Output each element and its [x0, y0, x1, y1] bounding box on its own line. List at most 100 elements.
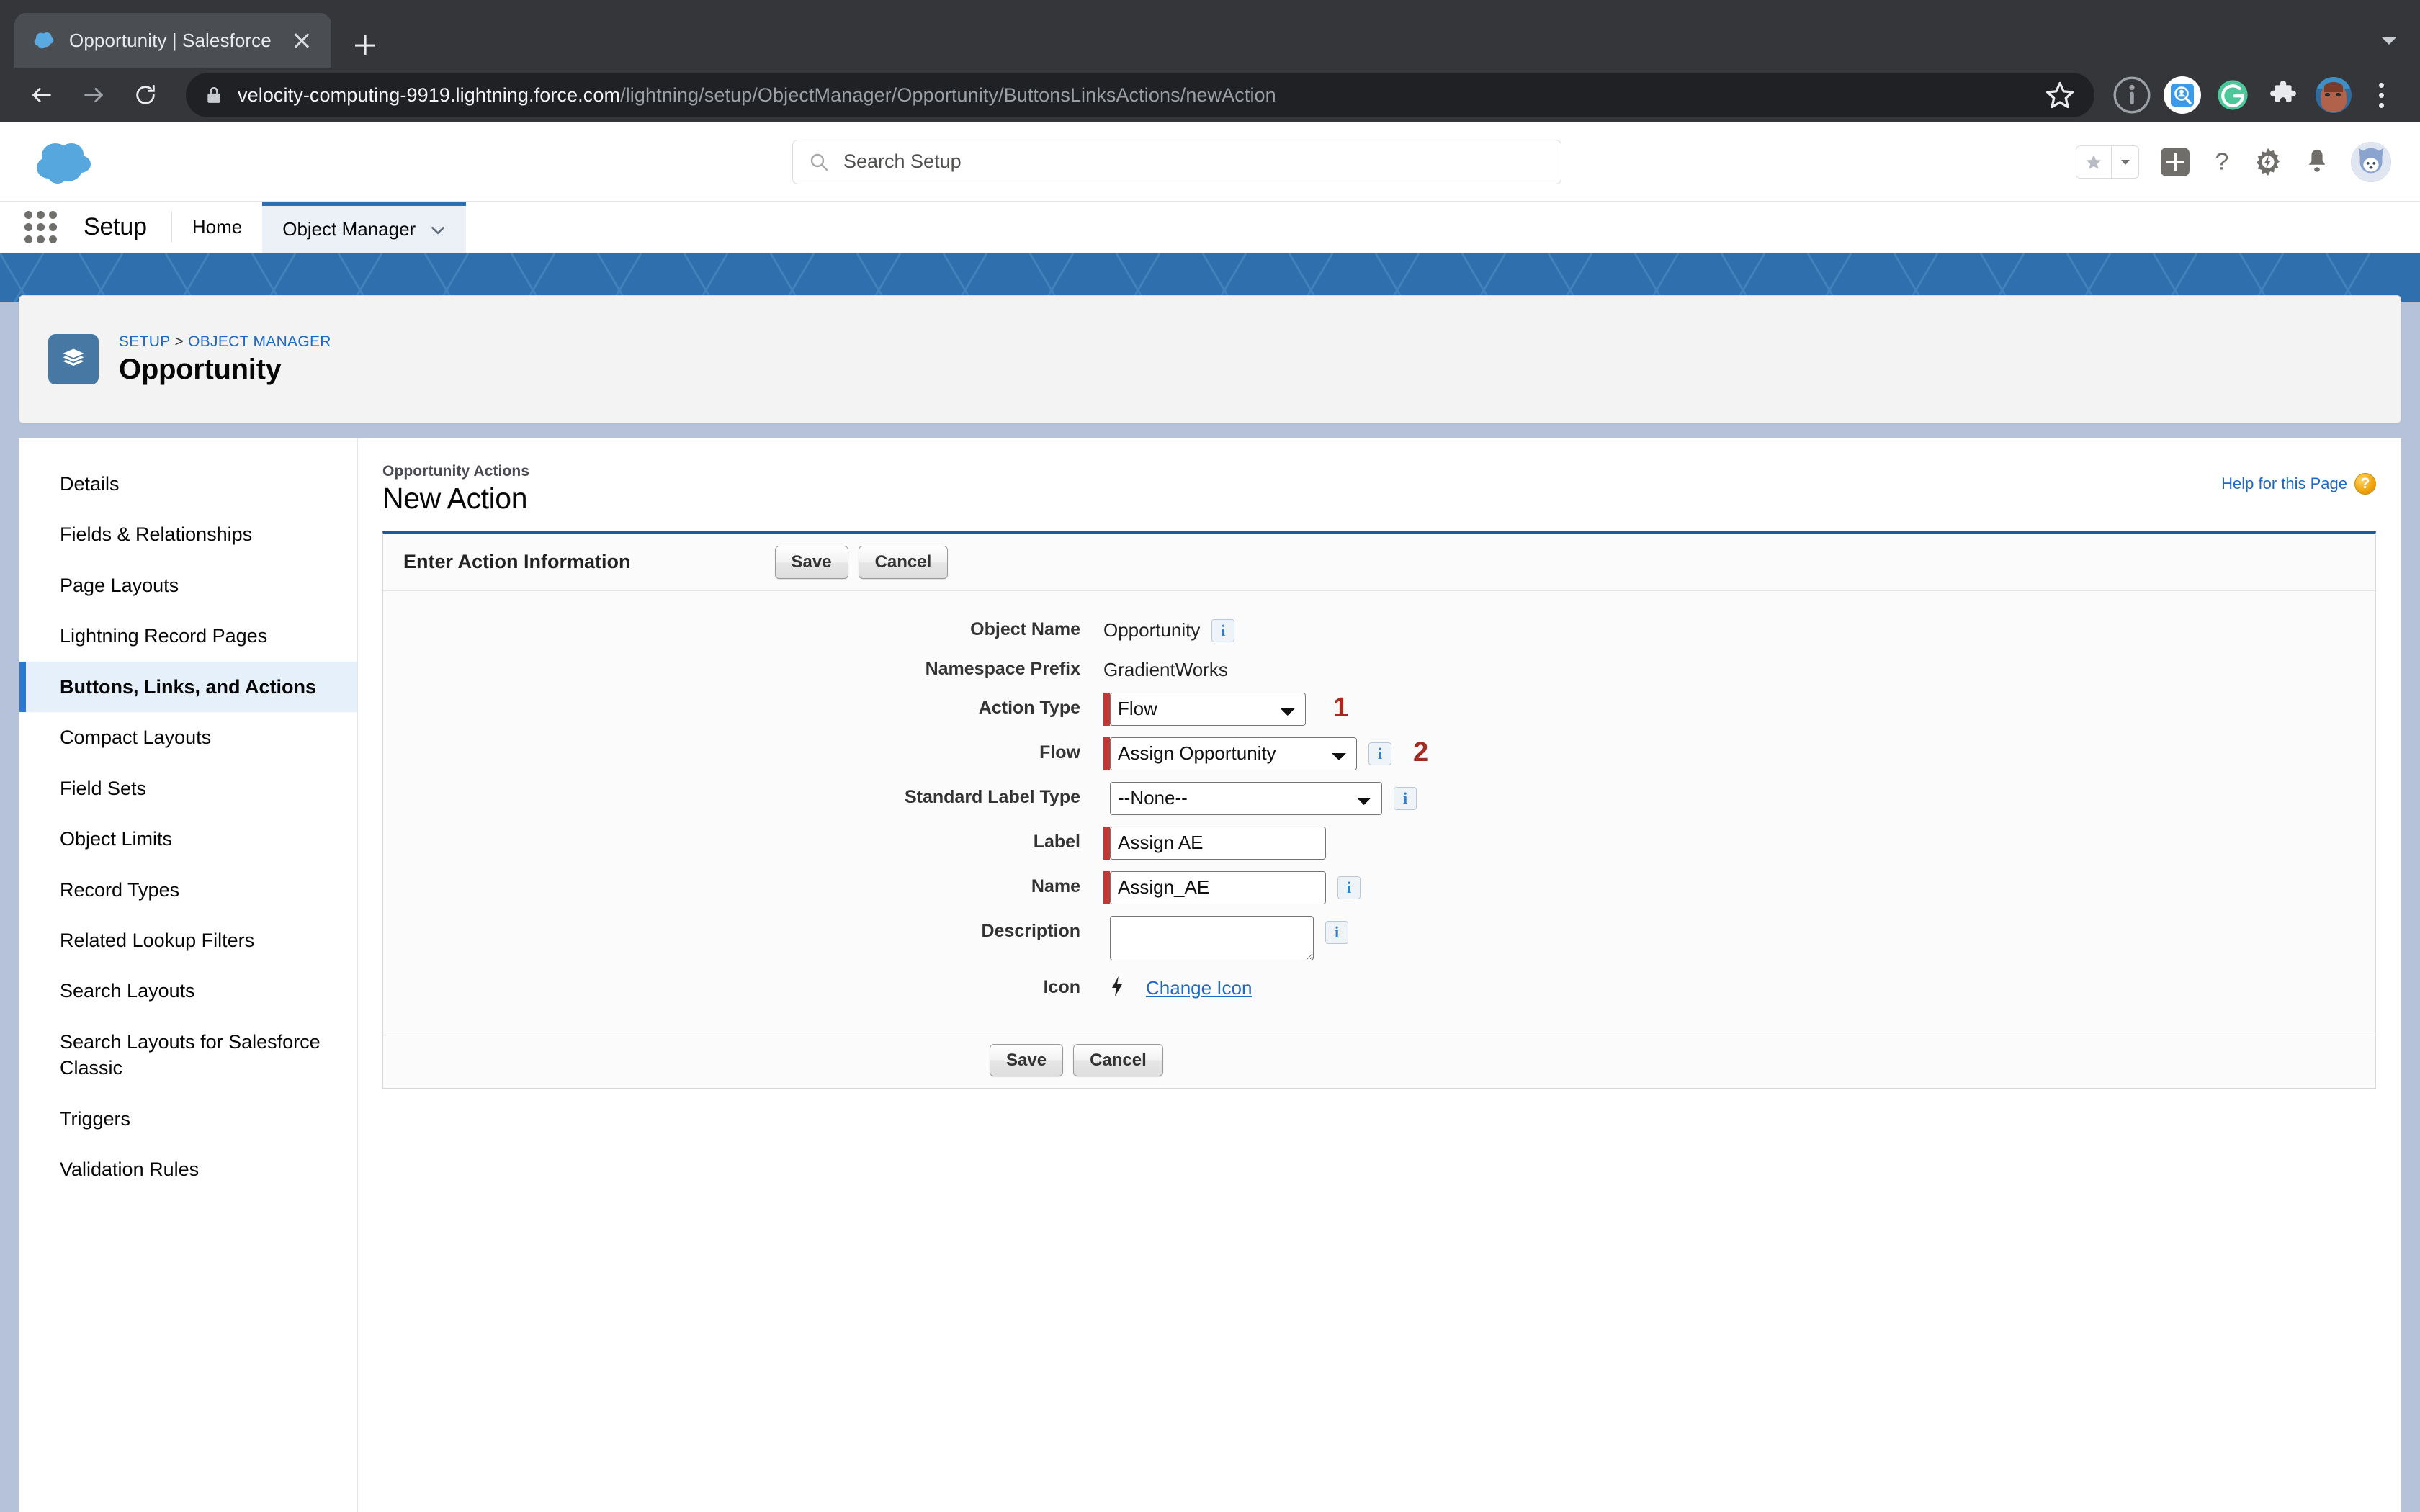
- sidebar-item-details[interactable]: Details: [19, 459, 357, 509]
- setup-gear-icon[interactable]: [2253, 147, 2283, 177]
- bookmark-star-icon[interactable]: [2044, 79, 2076, 111]
- standard-label-type-select[interactable]: --None--: [1110, 781, 1382, 815]
- profile-avatar[interactable]: [2313, 75, 2354, 115]
- required-marker: [1103, 692, 1110, 726]
- sidebar-item-fields-relationships[interactable]: Fields & Relationships: [19, 509, 357, 559]
- info-icon[interactable]: i: [1368, 742, 1392, 765]
- sidebar-item-field-sets[interactable]: Field Sets: [19, 763, 357, 814]
- notifications-bell-icon[interactable]: [2303, 147, 2331, 177]
- favorites-star-icon[interactable]: [2076, 146, 2111, 178]
- breadcrumb-setup[interactable]: SETUP: [119, 333, 171, 350]
- chrome-menu-icon[interactable]: [2364, 75, 2398, 115]
- sidebar-item-search-layouts-classic[interactable]: Search Layouts for Salesforce Classic: [19, 1017, 357, 1094]
- info-icon[interactable]: i: [1394, 786, 1417, 810]
- panel-title: Enter Action Information: [403, 551, 631, 573]
- sidebar-item-record-types[interactable]: Record Types: [19, 865, 357, 915]
- extension-icons: [2112, 75, 2401, 115]
- object-sidebar-nav: Details Fields & Relationships Page Layo…: [19, 438, 358, 1512]
- sidebar-item-label: Validation Rules: [60, 1158, 200, 1181]
- save-button-bottom[interactable]: Save: [990, 1043, 1064, 1077]
- row-label: Label: [383, 825, 2375, 860]
- app-launcher-icon[interactable]: [24, 211, 65, 243]
- salesforce-cloud-logo: [32, 138, 98, 186]
- help-for-this-page-link[interactable]: Help for this Page ?: [2221, 463, 2376, 495]
- new-action-title: New Action: [382, 482, 528, 515]
- tab-home[interactable]: Home: [172, 202, 262, 253]
- new-tab-button[interactable]: [343, 23, 387, 68]
- favorites-caret-icon[interactable]: [2111, 145, 2138, 178]
- browser-tab[interactable]: Opportunity | Salesforce: [14, 13, 331, 68]
- close-icon[interactable]: [290, 28, 314, 53]
- forward-button[interactable]: [71, 72, 117, 118]
- sidebar-item-label: Record Types: [60, 878, 180, 901]
- page-analyzer-icon[interactable]: [2162, 75, 2202, 115]
- sidebar-item-object-limits[interactable]: Object Limits: [19, 814, 357, 864]
- back-button[interactable]: [19, 72, 65, 118]
- grammarly-icon[interactable]: [2213, 75, 2253, 115]
- action-type-select[interactable]: Flow: [1110, 692, 1306, 726]
- tab-object-manager[interactable]: Object Manager: [262, 202, 467, 253]
- reload-button[interactable]: [122, 72, 169, 118]
- help-icon[interactable]: ?: [2211, 146, 2233, 178]
- sidebar-item-related-lookup-filters[interactable]: Related Lookup Filters: [19, 915, 357, 966]
- svg-text:?: ?: [2215, 148, 2229, 175]
- info-circle-icon[interactable]: [2112, 75, 2152, 115]
- standard-label-type-label: Standard Label Type: [904, 786, 1080, 807]
- breadcrumb-object-manager[interactable]: OBJECT MANAGER: [188, 333, 331, 350]
- sidebar-item-lightning-record-pages[interactable]: Lightning Record Pages: [19, 611, 357, 661]
- setup-nav-bar: Setup Home Object Manager: [0, 202, 2420, 253]
- sidebar-item-triggers[interactable]: Triggers: [19, 1094, 357, 1144]
- url-host: velocity-computing-9919.lightning.force.…: [238, 84, 621, 106]
- sidebar-item-page-layouts[interactable]: Page Layouts: [19, 560, 357, 611]
- action-type-label: Action Type: [978, 697, 1080, 718]
- lock-icon: [205, 85, 223, 105]
- browser-navbar: velocity-computing-9919.lightning.force.…: [0, 68, 2420, 122]
- row-flow: Flow Assign Opportunity i 2: [383, 736, 2375, 770]
- info-icon[interactable]: i: [1325, 920, 1348, 944]
- flow-select[interactable]: Assign Opportunity: [1110, 737, 1357, 770]
- sidebar-item-validation-rules[interactable]: Validation Rules: [19, 1144, 357, 1194]
- cancel-button-top[interactable]: Cancel: [858, 546, 949, 579]
- sidebar-item-label: Triggers: [60, 1107, 131, 1130]
- panel-header-buttons: Save Cancel: [774, 546, 949, 579]
- search-icon: [810, 153, 828, 171]
- annotation-1: 1: [1333, 692, 1349, 723]
- help-link-label: Help for this Page: [2221, 474, 2347, 492]
- user-avatar[interactable]: [2351, 141, 2391, 182]
- setup-tabs: Home Object Manager: [172, 202, 467, 253]
- name-input[interactable]: [1110, 870, 1326, 904]
- puzzle-extensions-icon[interactable]: [2263, 75, 2303, 115]
- label-input[interactable]: [1110, 826, 1326, 860]
- main-content: Opportunity Actions New Action Help for …: [358, 438, 2401, 1512]
- required-marker: [1103, 826, 1110, 860]
- sidebar-item-buttons-links-actions[interactable]: Buttons, Links, and Actions: [19, 661, 357, 713]
- panel-header: Enter Action Information Save Cancel: [383, 534, 2375, 591]
- save-button-top[interactable]: Save: [774, 546, 848, 579]
- sidebar-item-label: Fields & Relationships: [60, 523, 253, 546]
- cancel-button-bottom[interactable]: Cancel: [1073, 1043, 1163, 1077]
- sidebar-item-search-layouts[interactable]: Search Layouts: [19, 966, 357, 1016]
- info-icon[interactable]: i: [1211, 618, 1235, 642]
- description-textarea[interactable]: [1110, 915, 1314, 960]
- change-icon-link[interactable]: Change Icon: [1146, 972, 1252, 999]
- required-marker: [1103, 870, 1110, 904]
- favorites-control[interactable]: [2076, 145, 2139, 179]
- url-path: /lightning/setup/ObjectManager/Opportuni…: [620, 84, 1276, 106]
- chevron-down-icon[interactable]: [2377, 27, 2401, 52]
- setup-search[interactable]: Search Setup: [792, 139, 1561, 184]
- tab-title: Opportunity | Salesforce: [69, 29, 272, 51]
- chevron-down-icon[interactable]: [430, 218, 446, 240]
- tab-home-label: Home: [192, 216, 243, 238]
- add-icon[interactable]: [2159, 146, 2191, 178]
- sidebar-item-label: Buttons, Links, and Actions: [60, 675, 317, 698]
- annotation-2: 2: [1413, 737, 1429, 768]
- help-question-icon: ?: [2354, 473, 2376, 495]
- info-icon[interactable]: i: [1337, 876, 1361, 899]
- name-field-label: Name: [1031, 876, 1080, 896]
- row-standard-label-type: Standard Label Type --None-- i: [383, 780, 2375, 815]
- address-bar[interactable]: velocity-computing-9919.lightning.force.…: [186, 73, 2094, 117]
- sidebar-item-compact-layouts[interactable]: Compact Layouts: [19, 712, 357, 762]
- sidebar-item-label: Lightning Record Pages: [60, 625, 268, 647]
- namespace-prefix-value: GradientWorks: [1103, 658, 1228, 680]
- required-marker: [1103, 737, 1110, 770]
